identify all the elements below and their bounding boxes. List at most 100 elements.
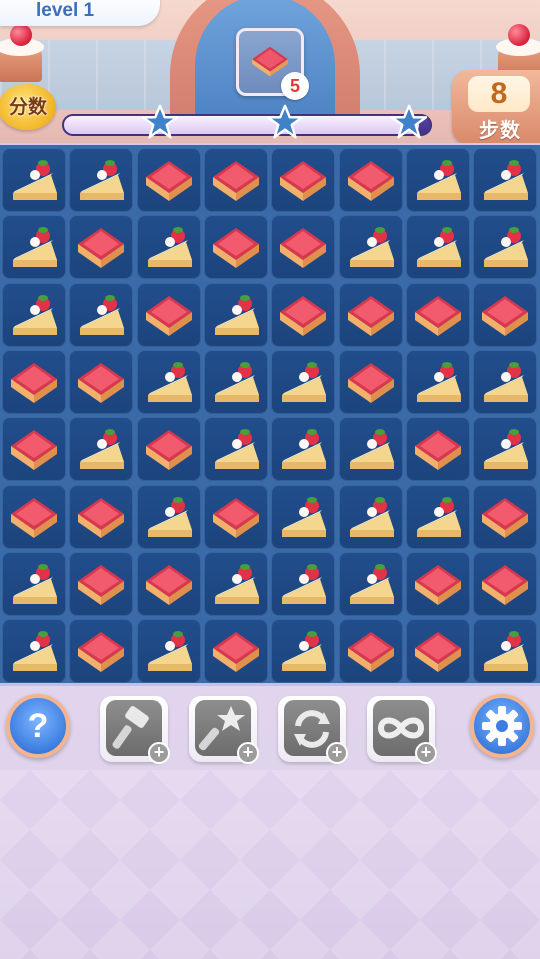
board-cell[interactable] — [69, 417, 133, 481]
gear-icon — [474, 698, 530, 754]
board-cell[interactable] — [339, 552, 403, 616]
board-cell[interactable] — [271, 619, 335, 683]
board-cell[interactable] — [271, 485, 335, 549]
board-cell[interactable] — [473, 552, 537, 616]
board-cell[interactable] — [406, 552, 470, 616]
cheesecake-slice-icon — [13, 631, 57, 671]
board-cell[interactable] — [406, 215, 470, 279]
board-cell[interactable] — [406, 485, 470, 549]
cheesecake-slice-icon — [282, 564, 326, 604]
goal-count-badge: 5 — [281, 72, 309, 100]
jelly-cake-icon — [11, 430, 57, 470]
board-cell[interactable] — [473, 417, 537, 481]
board-cell[interactable] — [271, 215, 335, 279]
jelly-cake-icon — [213, 161, 259, 201]
board-cell[interactable] — [137, 485, 201, 549]
board-cell[interactable] — [339, 215, 403, 279]
jelly-cake-icon — [146, 296, 192, 336]
board-cell[interactable] — [473, 283, 537, 347]
board-cell[interactable] — [406, 619, 470, 683]
jelly-cake-icon — [78, 228, 124, 268]
board-cell[interactable] — [473, 350, 537, 414]
cheesecake-slice-icon — [417, 497, 461, 537]
board-cell[interactable] — [69, 552, 133, 616]
board-cell[interactable] — [69, 350, 133, 414]
board-cell[interactable] — [271, 350, 335, 414]
board-cell[interactable] — [137, 283, 201, 347]
board-cell[interactable] — [69, 215, 133, 279]
board-cell[interactable] — [406, 417, 470, 481]
jelly-cake-icon — [348, 296, 394, 336]
cheesecake-slice-icon — [484, 631, 528, 671]
board-cell[interactable] — [137, 417, 201, 481]
board-cell[interactable] — [339, 148, 403, 212]
board-cell[interactable] — [406, 283, 470, 347]
cheesecake-slice-icon — [484, 429, 528, 469]
tool-infinite-button[interactable]: + — [367, 696, 437, 764]
board-cell[interactable] — [339, 417, 403, 481]
board-cell[interactable] — [271, 283, 335, 347]
board-cell[interactable] — [204, 552, 268, 616]
board-cell[interactable] — [473, 215, 537, 279]
board-cell[interactable] — [271, 417, 335, 481]
jelly-cake-icon — [280, 161, 326, 201]
board-cell[interactable] — [137, 215, 201, 279]
board-cell[interactable] — [406, 148, 470, 212]
board-cell[interactable] — [204, 215, 268, 279]
board-cell[interactable] — [204, 485, 268, 549]
board-cell[interactable] — [2, 619, 66, 683]
jelly-cake-icon — [482, 498, 528, 538]
board-cell[interactable] — [339, 619, 403, 683]
add-icon: + — [148, 742, 170, 764]
jelly-cake-icon — [348, 161, 394, 201]
board-cell[interactable] — [204, 619, 268, 683]
game-board — [0, 143, 540, 686]
board-cell[interactable] — [2, 350, 66, 414]
board-cell[interactable] — [137, 350, 201, 414]
board-cell[interactable] — [2, 552, 66, 616]
settings-button[interactable] — [470, 694, 534, 758]
cheesecake-slice-icon — [417, 362, 461, 402]
cheesecake-slice-icon — [148, 631, 192, 671]
cheesecake-slice-icon — [350, 429, 394, 469]
board-cell[interactable] — [2, 148, 66, 212]
board-cell[interactable] — [204, 350, 268, 414]
board-cell[interactable] — [339, 485, 403, 549]
board-cell[interactable] — [339, 283, 403, 347]
add-icon: + — [326, 742, 348, 764]
board-cell[interactable] — [69, 619, 133, 683]
board-cell[interactable] — [69, 148, 133, 212]
jelly-cake-icon — [146, 161, 192, 201]
board-cell[interactable] — [271, 148, 335, 212]
jelly-cake-icon — [415, 632, 461, 672]
board-cell[interactable] — [204, 148, 268, 212]
jelly-cake-icon — [146, 430, 192, 470]
board-cell[interactable] — [473, 619, 537, 683]
board-cell[interactable] — [473, 148, 537, 212]
board-cell[interactable] — [2, 485, 66, 549]
tool-hammer-button[interactable]: + — [100, 696, 170, 764]
board-cell[interactable] — [2, 283, 66, 347]
board-cell[interactable] — [2, 417, 66, 481]
board-cell[interactable] — [406, 350, 470, 414]
cheesecake-slice-icon — [215, 429, 259, 469]
board-cell[interactable] — [69, 283, 133, 347]
board-cell[interactable] — [204, 417, 268, 481]
help-button[interactable]: ? — [6, 694, 70, 758]
tool-shuffle-button[interactable]: + — [278, 696, 348, 764]
board-cell[interactable] — [2, 215, 66, 279]
jelly-cake-icon — [78, 498, 124, 538]
board-cell[interactable] — [271, 552, 335, 616]
board-cell[interactable] — [137, 552, 201, 616]
jelly-cake-icon — [348, 363, 394, 403]
board-cell[interactable] — [137, 619, 201, 683]
board-cell[interactable] — [473, 485, 537, 549]
board-cell[interactable] — [339, 350, 403, 414]
jelly-cake-icon — [213, 632, 259, 672]
cheesecake-slice-icon — [80, 160, 124, 200]
board-cell[interactable] — [137, 148, 201, 212]
board-cell[interactable] — [204, 283, 268, 347]
board-cell[interactable] — [69, 485, 133, 549]
jelly-cake-icon — [78, 632, 124, 672]
tool-wand-button[interactable]: + — [189, 696, 259, 764]
